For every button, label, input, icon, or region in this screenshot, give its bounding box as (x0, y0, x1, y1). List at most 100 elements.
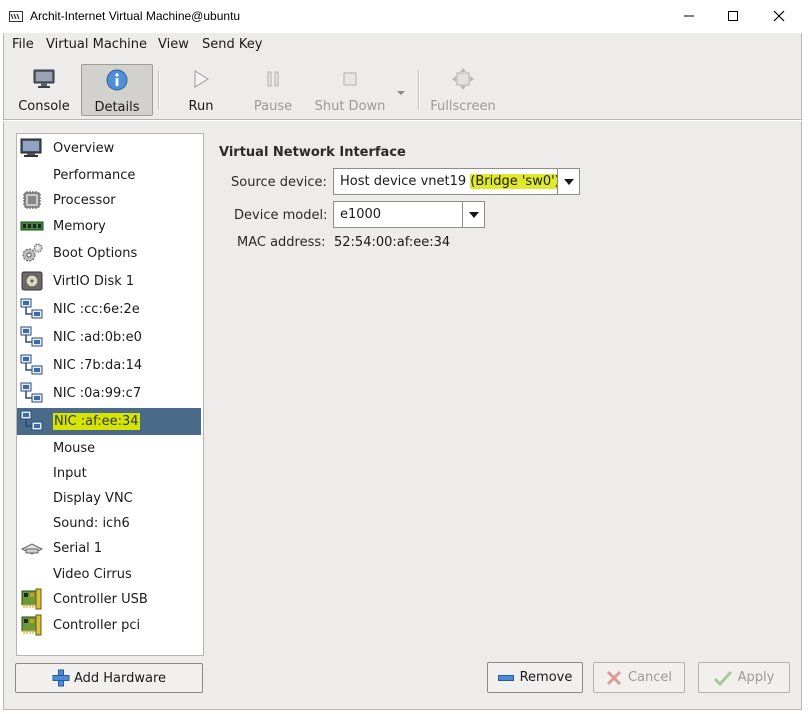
sidebar-item[interactable]: Sound: ich6 (17, 510, 201, 537)
hardware-list: Overview Performance Processor Memory Boot O… (16, 133, 204, 656)
toolbar-separator (158, 70, 160, 110)
menu-file[interactable]: File (12, 37, 34, 52)
pause-label: Pause (253, 99, 293, 114)
sidebar-item[interactable]: NIC :af:ee:34 (17, 408, 201, 435)
cancel-label: Cancel (627, 670, 673, 685)
details-button[interactable]: Details (81, 64, 153, 116)
sidebar-item[interactable]: Input (17, 460, 201, 487)
cancel-button[interactable]: Cancel (593, 662, 685, 693)
minimize-button[interactable] (666, 0, 712, 32)
mac-address-value: 52:54:00:af:ee:34 (334, 235, 451, 250)
device-model-select[interactable]: e1000 (333, 201, 485, 228)
device-model-label: Device model: (234, 208, 328, 223)
shut-down-button[interactable]: Shut Down (312, 64, 388, 116)
sidebar-item-label: Video Cirrus (53, 567, 132, 582)
window-title: Archit-Internet Virtual Machine@ubuntu (30, 9, 241, 23)
network-icon (20, 410, 44, 432)
close-icon (773, 10, 785, 22)
console-label: Console (18, 99, 70, 114)
run-button[interactable]: Run (176, 64, 226, 116)
fullscreen-button[interactable]: Fullscreen (428, 64, 498, 116)
sidebar-item-label: Sound: ich6 (53, 516, 130, 531)
chevron-down-icon (468, 211, 479, 218)
menu-bar: File Virtual Machine View Send Key (3, 33, 802, 58)
maximize-icon (728, 11, 738, 21)
toolbar-separator (418, 70, 420, 110)
sidebar-item-label: Overview (53, 141, 115, 156)
device-model-dropdown[interactable] (462, 202, 484, 227)
maximize-button[interactable] (710, 0, 756, 32)
source-device-select[interactable]: Host device vnet19 (Bridge 'sw0') (333, 168, 580, 195)
sidebar-item[interactable]: Video Cirrus (17, 561, 201, 588)
add-hardware-label: Add Hardware (73, 670, 167, 686)
sidebar-item[interactable]: Processor (17, 187, 201, 214)
sidebar-item[interactable]: NIC :cc:6e:2e (17, 296, 201, 323)
sidebar-item[interactable]: Mouse (17, 435, 201, 462)
pci-card-icon (20, 614, 44, 636)
pci-card-icon (20, 588, 44, 610)
mac-address-label: MAC address: (237, 235, 326, 250)
menu-send-key[interactable]: Send Key (202, 37, 262, 52)
sidebar-item[interactable]: Overview (17, 135, 201, 162)
stop-icon (343, 72, 357, 86)
sidebar-item-label: Display VNC (53, 491, 133, 506)
fullscreen-label: Fullscreen (430, 99, 496, 114)
section-heading: Virtual Network Interface (219, 145, 406, 160)
sidebar-item-label: Controller USB (53, 592, 148, 607)
sidebar-item-label: VirtIO Disk 1 (53, 274, 135, 289)
sidebar-item[interactable]: Boot Options (17, 240, 201, 267)
fullscreen-icon (452, 68, 474, 90)
run-label: Run (188, 99, 214, 114)
add-hardware-button[interactable]: Add Hardware (15, 663, 203, 693)
device-model-value: e1000 (340, 207, 382, 222)
sidebar-item-label: NIC :af:ee:34 (53, 413, 140, 430)
hard-disk-icon (20, 270, 44, 292)
close-button[interactable] (756, 0, 802, 32)
network-icon (20, 326, 44, 348)
sidebar-item-label: Boot Options (53, 246, 138, 261)
sidebar-item-label: Mouse (53, 441, 96, 456)
apply-button[interactable]: Apply (698, 662, 790, 693)
toolbar: Console Details Run Pause Shut Down Full… (3, 58, 802, 120)
sidebar-item[interactable]: VirtIO Disk 1 (17, 268, 201, 295)
sidebar-item[interactable]: Performance (17, 162, 201, 189)
plus-icon (52, 669, 70, 687)
source-device-text: Host device vnet19 (340, 174, 467, 189)
sidebar-item-label: Performance (53, 168, 136, 183)
pause-button[interactable]: Pause (247, 64, 299, 116)
console-button[interactable]: Console (12, 64, 76, 116)
sidebar-item[interactable]: Display VNC (17, 485, 201, 512)
memory-module-icon (20, 215, 44, 237)
sidebar-item[interactable]: Controller pci (17, 612, 201, 639)
chevron-down-icon (563, 178, 574, 185)
sidebar-item-label: NIC :cc:6e:2e (53, 302, 140, 317)
sidebar-item[interactable]: Controller USB (17, 586, 201, 613)
menu-view[interactable]: View (158, 37, 189, 52)
app-icon (9, 11, 23, 22)
network-icon (20, 382, 44, 404)
checkmark-icon (713, 670, 732, 686)
play-icon (194, 70, 209, 88)
sidebar-item[interactable]: NIC :ad:0b:e0 (17, 324, 201, 351)
network-icon (20, 298, 44, 320)
menu-virtual-machine[interactable]: Virtual Machine (46, 37, 147, 52)
remove-button[interactable]: Remove (487, 662, 583, 693)
monitor-icon (20, 137, 44, 159)
minus-icon (497, 674, 514, 681)
sidebar-item[interactable]: Serial 1 (17, 535, 201, 562)
sidebar-item-label: NIC :0a:99:c7 (53, 386, 142, 401)
cancel-x-icon (606, 670, 622, 685)
gears-icon (20, 242, 44, 264)
chevron-down-icon (397, 91, 405, 95)
source-device-dropdown[interactable] (557, 169, 579, 194)
sidebar-item[interactable]: Memory (17, 213, 201, 240)
network-icon (20, 354, 44, 376)
source-device-value: Host device vnet19 (Bridge 'sw0') (334, 174, 560, 189)
sidebar-item-label: Input (53, 466, 87, 481)
sidebar-item[interactable]: NIC :0a:99:c7 (17, 380, 201, 407)
sidebar-item-label: Memory (53, 219, 106, 234)
shut-down-dropdown[interactable] (396, 85, 406, 100)
pause-icon (267, 71, 279, 87)
shut-down-label: Shut Down (314, 99, 386, 114)
sidebar-item[interactable]: NIC :7b:da:14 (17, 352, 201, 379)
